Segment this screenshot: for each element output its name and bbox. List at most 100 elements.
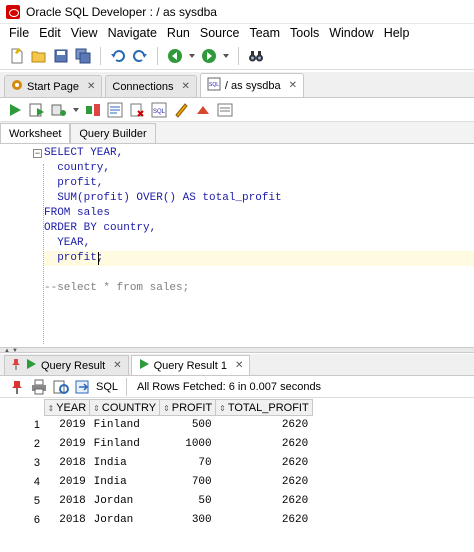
open-folder-icon[interactable] (30, 47, 48, 65)
table-row[interactable]: 1 2019 Finland 500 2620 (0, 416, 312, 435)
tab-query-result-1[interactable]: Query Result 1 ✕ (130, 355, 251, 375)
clear-output-icon[interactable] (194, 101, 212, 119)
menu-source[interactable]: Source (195, 26, 245, 40)
close-icon[interactable]: ✕ (182, 81, 190, 92)
column-header-total-profit[interactable]: ⇕ TOTAL_PROFIT (215, 399, 313, 416)
year-cell[interactable]: 2019 (44, 416, 90, 435)
results-grid[interactable]: ⇕ YEAR ⇕ COUNTRY ⇕ PROFIT ⇕ TOTAL_PROFIT 1 20… (0, 399, 474, 552)
row-number-cell[interactable]: 3 (0, 454, 44, 473)
total-profit-cell[interactable]: 2620 (216, 511, 313, 530)
freeze-pin-icon[interactable] (8, 378, 26, 396)
total-profit-cell[interactable]: 2620 (216, 492, 313, 511)
sql-editor[interactable]: − SELECT YEAR, country, profit, SUM(prof… (0, 144, 474, 347)
country-cell[interactable]: Finland (90, 416, 160, 435)
year-cell[interactable]: 2018 (44, 492, 90, 511)
profit-cell[interactable]: 70 (160, 454, 216, 473)
menu-navigate[interactable]: Navigate (103, 26, 162, 40)
country-cell[interactable]: India (90, 473, 160, 492)
fold-toggle-icon[interactable]: − (33, 149, 42, 158)
row-number-cell[interactable]: 2 (0, 435, 44, 454)
menu-tools[interactable]: Tools (285, 26, 324, 40)
row-number-cell[interactable]: 5 (0, 492, 44, 511)
save-all-icon[interactable] (74, 47, 92, 65)
back-dropdown-icon[interactable] (188, 47, 196, 65)
new-file-icon[interactable] (8, 47, 26, 65)
menu-file[interactable]: File (4, 26, 34, 40)
menu-team[interactable]: Team (244, 26, 285, 40)
clear-icon[interactable] (128, 101, 146, 119)
country-cell[interactable]: Finland (90, 435, 160, 454)
close-icon[interactable]: ✕ (113, 360, 121, 371)
table-row[interactable]: 6 2018 Jordan 300 2620 (0, 511, 312, 530)
total-profit-cell[interactable]: 2620 (216, 416, 313, 435)
undo-icon[interactable] (109, 47, 127, 65)
forward-icon[interactable] (200, 47, 218, 65)
redo-icon[interactable] (131, 47, 149, 65)
tab-sql-worksheet[interactable]: SQL / as sysdba ✕ (199, 73, 304, 97)
format-icon[interactable] (172, 101, 190, 119)
refresh-icon[interactable] (52, 378, 70, 396)
sql-tuning-icon[interactable] (216, 101, 234, 119)
run-statement-icon[interactable] (6, 101, 24, 119)
commit-icon[interactable] (50, 101, 68, 119)
profit-cell[interactable]: 300 (160, 511, 216, 530)
year-cell[interactable]: 2019 (44, 473, 90, 492)
column-header-profit[interactable]: ⇕ PROFIT (159, 399, 217, 416)
editor-results-splitter[interactable]: ▲ ▼ (0, 347, 474, 354)
menu-help[interactable]: Help (379, 26, 415, 40)
table-row[interactable]: 2 2019 Finland 1000 2620 (0, 435, 312, 454)
dropdown-icon[interactable] (72, 101, 80, 119)
save-icon[interactable] (52, 47, 70, 65)
tab-query-builder[interactable]: Query Builder (70, 123, 156, 143)
toolbar-separator (157, 46, 158, 65)
export-icon[interactable] (74, 378, 92, 396)
close-icon[interactable]: ✕ (87, 81, 95, 92)
tab-query-result[interactable]: Query Result ✕ (4, 355, 129, 375)
year-cell[interactable]: 2019 (44, 435, 90, 454)
profit-cell[interactable]: 50 (160, 492, 216, 511)
run-script-icon[interactable] (28, 101, 46, 119)
tab-label: Start Page (27, 80, 79, 93)
back-icon[interactable] (166, 47, 184, 65)
forward-dropdown-icon[interactable] (222, 47, 230, 65)
profit-cell[interactable]: 500 (160, 416, 216, 435)
row-number-cell[interactable]: 4 (0, 473, 44, 492)
profit-cell[interactable]: 700 (160, 473, 216, 492)
menu-run[interactable]: Run (162, 26, 195, 40)
row-number-cell[interactable]: 1 (0, 416, 44, 435)
main-toolbar (0, 42, 474, 70)
result-toolbar: SQL All Rows Fetched: 6 in 0.007 seconds (0, 376, 474, 398)
pin-icon[interactable] (11, 358, 21, 373)
tab-start-page[interactable]: Start Page ✕ (4, 75, 103, 97)
total-profit-cell[interactable]: 2620 (216, 435, 313, 454)
table-row[interactable]: 5 2018 Jordan 50 2620 (0, 492, 312, 511)
column-header-year[interactable]: ⇕ YEAR (43, 399, 91, 416)
menu-window[interactable]: Window (324, 26, 378, 40)
total-profit-cell[interactable]: 2620 (216, 473, 313, 492)
code-area[interactable]: SELECT YEAR, country, profit, SUM(profit… (44, 144, 474, 347)
profit-cell[interactable]: 1000 (160, 435, 216, 454)
year-cell[interactable]: 2018 (44, 511, 90, 530)
print-icon[interactable] (30, 378, 48, 396)
menu-view[interactable]: View (66, 26, 103, 40)
column-header-country[interactable]: ⇕ COUNTRY (89, 399, 161, 416)
total-profit-cell[interactable]: 2620 (216, 454, 313, 473)
explain-plan-icon[interactable] (106, 101, 124, 119)
tab-connections[interactable]: Connections ✕ (105, 75, 197, 97)
sql-link[interactable]: SQL (96, 381, 118, 393)
column-header-label: PROFIT (171, 401, 213, 414)
year-cell[interactable]: 2018 (44, 454, 90, 473)
country-cell[interactable]: Jordan (90, 511, 160, 530)
tab-worksheet[interactable]: Worksheet (0, 123, 71, 143)
country-cell[interactable]: India (90, 454, 160, 473)
table-row[interactable]: 3 2018 India 70 2620 (0, 454, 312, 473)
history-icon[interactable]: SQL (150, 101, 168, 119)
close-icon[interactable]: ✕ (235, 360, 243, 371)
row-number-cell[interactable]: 6 (0, 511, 44, 530)
close-icon[interactable]: ✕ (289, 80, 297, 91)
autotrace-icon[interactable] (84, 101, 102, 119)
table-row[interactable]: 4 2019 India 700 2620 (0, 473, 312, 492)
menu-edit[interactable]: Edit (34, 26, 66, 40)
binoculars-icon[interactable] (247, 47, 265, 65)
country-cell[interactable]: Jordan (90, 492, 160, 511)
